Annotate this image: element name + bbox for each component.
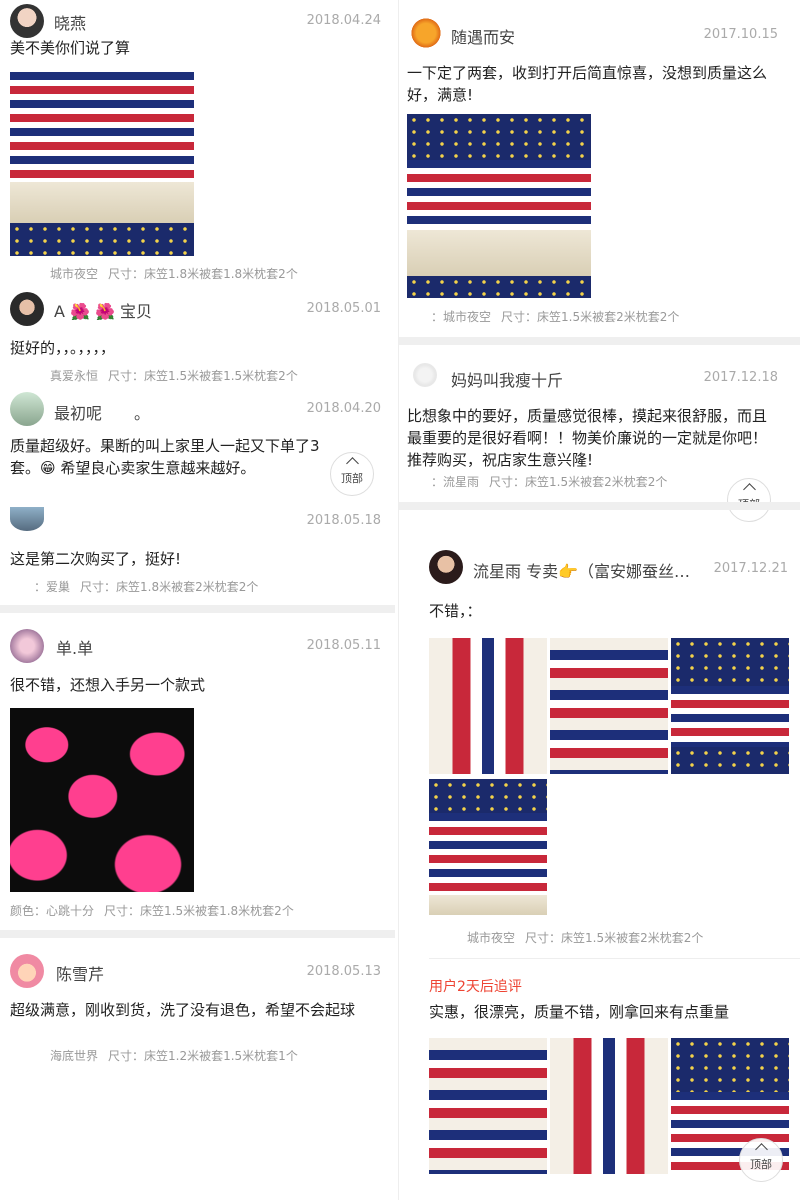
review-text: 美不美你们说了算 [10,39,131,57]
review-photo[interactable] [550,638,668,774]
color-variant: 颜色：心跳十分 [10,904,95,918]
username[interactable]: 晓燕 [54,10,86,34]
avatar[interactable] [409,16,443,50]
avatar[interactable] [429,550,463,584]
color-variant: ：爱巢 [34,580,71,594]
review-text: 超级满意，刚收到货，洗了没有退色，希望不会起球 [10,1001,356,1019]
review-photo[interactable] [10,72,194,256]
spec-line: 城市夜空 尺寸：床笠1.8米被套1.8米枕套2个 [50,265,308,282]
review-date: 2017.12.18 [703,370,778,385]
spec-line: 真爱永恒 尺寸：床笠1.5米被套1.5米枕套2个 [50,367,308,384]
color-variant: 城市夜空 [50,267,99,281]
back-to-top-label: 顶部 [750,1158,772,1171]
review-card: 晓燕 2018.04.24 美不美你们说了算 城市夜空 尺寸：床笠1.8米被套1.… [0,0,395,290]
username[interactable]: 最初呢 。 [54,400,150,424]
review-card: 单.单 2018.05.11 很不错，还想入手另一个款式 颜色：心跳十分 尺寸：床… [0,625,395,925]
review-photo[interactable] [429,1038,547,1174]
review-text: 挺好的，，。，，，， [10,339,116,357]
username[interactable]: A 🌺 🌺 宝贝 [54,298,152,322]
spec-line: ：城市夜空 尺寸：床笠1.5米被套2米枕套2个 [431,308,689,325]
color-variant: 海底世界 [50,1049,99,1063]
separator [399,502,800,510]
avatar[interactable] [10,392,44,426]
back-to-top-button[interactable]: 顶部 [727,478,771,522]
spec-line: ：流星雨 尺寸：床笠1.5米被套2米枕套2个 [431,473,677,490]
review-date: 2018.04.20 [306,401,381,416]
follow-up-label: 用户2天后追评 [429,979,522,995]
size-variant: 尺寸：床笠1.5米被套2米枕套2个 [525,931,704,945]
separator [0,605,395,613]
size-variant: 尺寸：床笠1.5米被套2米枕套2个 [489,475,668,489]
spec-line: 颜色：心跳十分 尺寸：床笠1.5米被套1.8米枕套2个 [10,902,304,919]
size-variant: 尺寸：床笠1.2米被套1.5米枕套1个 [108,1049,298,1063]
review-text: 很不错，还想入手另一个款式 [10,676,206,694]
spec-line: 海底世界 尺寸：床笠1.2米被套1.5米枕套1个 [50,1047,308,1064]
username[interactable]: 妈妈叫我瘦十斤 [451,367,563,391]
review-date: 2018.05.01 [306,301,381,316]
color-variant: 城市夜空 [467,931,516,945]
review-card: 2018.05.18 这是第二次购买了，挺好! ：爱巢 尺寸：床笠1.8米被套2米… [0,505,395,605]
chevron-up-icon [742,483,756,496]
avatar[interactable] [10,292,44,326]
spec-line: ：爱巢 尺寸：床笠1.8米被套2米枕套2个 [34,578,268,595]
review-photo[interactable] [429,779,547,915]
review-photo[interactable] [10,708,194,892]
size-variant: 尺寸：床笠1.8米被套1.8米枕套2个 [108,267,298,281]
review-photo[interactable] [671,638,789,774]
spec-line: 城市夜空 尺寸：床笠1.5米被套2米枕套2个 [467,929,713,946]
size-variant: 尺寸：床笠1.5米被套1.8米枕套2个 [104,904,294,918]
username[interactable]: 随遇而安 [451,24,515,48]
separator [0,930,395,938]
username[interactable]: 单.单 [56,635,93,659]
size-variant: 尺寸：床笠1.5米被套2米枕套2个 [501,310,680,324]
review-photo[interactable] [550,1038,668,1174]
avatar[interactable] [10,507,44,531]
review-date: 2017.12.21 [713,561,788,576]
username[interactable]: 流星雨 专卖👉（富安娜蚕丝… [473,558,723,582]
review-text: 不错，： [429,602,482,620]
review-text: 这是第二次购买了，挺好! [10,550,182,568]
review-card: 流星雨 专卖👉（富安娜蚕丝… 2017.12.21 不错，： 城市夜空 尺寸：床笠… [399,540,800,1200]
divider [429,958,800,959]
color-variant: ：城市夜空 [431,310,492,324]
avatar[interactable] [10,629,44,663]
avatar[interactable] [10,4,44,38]
back-to-top-label: 顶部 [341,472,363,485]
review-text: 质量超级好。果断的叫上家里人一起又下单了3套。😁 希望良心卖家生意越来越好。 [10,437,320,477]
review-date: 2017.10.15 [703,27,778,42]
size-variant: 尺寸：床笠1.5米被套1.5米枕套2个 [108,369,298,383]
avatar[interactable] [10,954,44,988]
back-to-top-button[interactable]: 顶部 [330,452,374,496]
review-date: 2018.05.11 [306,638,381,653]
review-card: 随遇而安 2017.10.15 一下定了两套，收到打开后简直惊喜，没想到质量这么… [399,0,800,335]
review-date: 2018.05.18 [306,513,381,528]
review-photo[interactable] [429,638,547,774]
color-variant: 真爱永恒 [50,369,99,383]
color-variant: ：流星雨 [431,475,480,489]
separator [399,337,800,345]
review-text: 一下定了两套，收到打开后简直惊喜，没想到质量这么好，满意! [407,64,768,104]
avatar[interactable] [413,363,437,387]
review-card: A 🌺 🌺 宝贝 2018.05.01 挺好的，，。，，，， 真爱永恒 尺寸：床笠… [0,290,395,390]
chevron-up-icon [345,457,359,470]
review-photo[interactable] [407,114,591,298]
back-to-top-button[interactable]: 顶部 [739,1138,783,1182]
username[interactable]: 陈雪芹 [56,961,104,985]
right-column: 随遇而安 2017.10.15 一下定了两套，收到打开后简直惊喜，没想到质量这么… [398,0,800,1200]
review-text: 比想象中的要好，质量感觉很棒，摸起来很舒服，而且最重要的是很好看啊！！物美价廉说… [407,407,768,469]
follow-up-text: 实惠，很漂亮，质量不错，刚拿回来有点重量 [429,1003,730,1021]
review-date: 2018.04.24 [306,13,381,28]
chevron-up-icon [754,1143,768,1156]
review-date: 2018.05.13 [306,964,381,979]
size-variant: 尺寸：床笠1.8米被套2米枕套2个 [80,580,259,594]
review-card: 妈妈叫我瘦十斤 2017.12.18 比想象中的要好，质量感觉很棒，摸起来很舒服… [399,355,800,500]
review-card: 陈雪芹 2018.05.13 超级满意，刚收到货，洗了没有退色，希望不会起球 海… [0,950,395,1070]
